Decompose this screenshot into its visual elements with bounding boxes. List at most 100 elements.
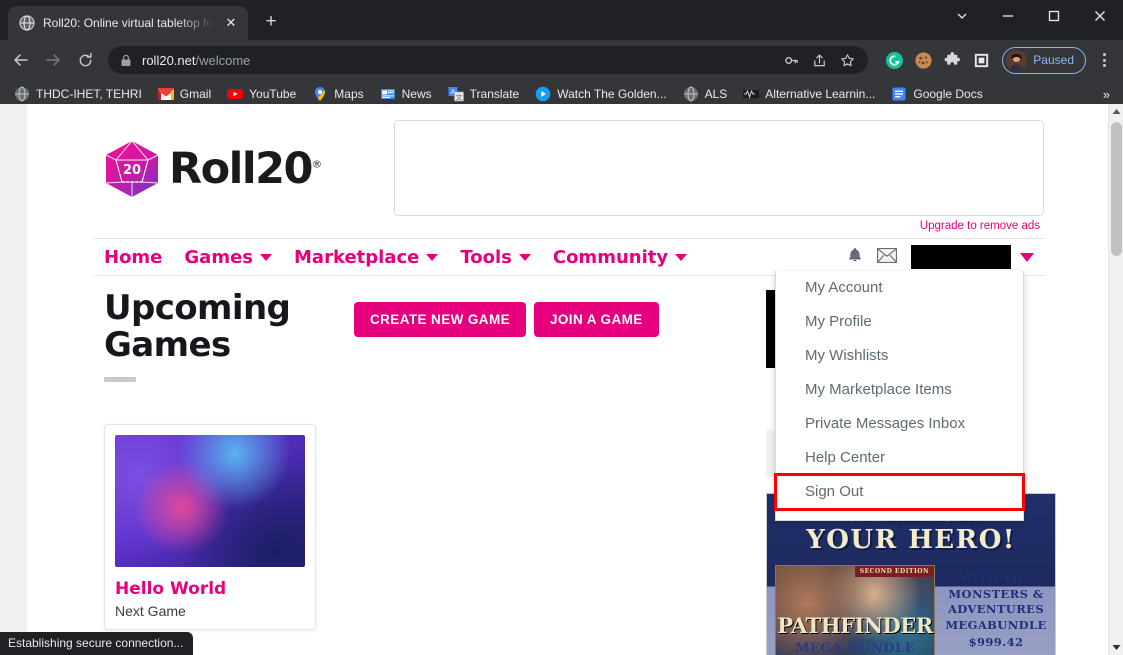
title-divider (104, 377, 136, 383)
nav-label: Marketplace (294, 246, 420, 268)
chevron-down-icon (1020, 252, 1034, 262)
bookmark-item[interactable]: ALS (675, 83, 736, 105)
menu-item-sign-out[interactable]: Sign Out (774, 473, 1025, 511)
bookmark-star-icon[interactable] (834, 47, 860, 73)
cta-buttons: CREATE NEW GAME JOIN A GAME (354, 290, 659, 337)
bookmark-label: ALS (704, 87, 728, 101)
user-dropdown-menu: My Account My Profile My Wishlists My Ma… (774, 271, 1025, 521)
browser-tab[interactable]: Roll20: Online virtual tabletop for ✕ (8, 6, 248, 40)
nav-label: Home (104, 246, 163, 268)
new-tab-button[interactable]: + (257, 8, 285, 36)
scrollbar-thumb[interactable] (1111, 122, 1122, 256)
tab-title: Roll20: Online virtual tabletop for (43, 16, 214, 30)
menu-item-my-wishlists[interactable]: My Wishlists (776, 339, 1023, 373)
bookmarks-overflow-icon[interactable]: » (1096, 87, 1117, 102)
page-title: Upcoming Games (104, 288, 291, 365)
nav-item-marketplace[interactable]: Marketplace (294, 246, 439, 268)
join-a-game-button[interactable]: JOIN A GAME (534, 302, 659, 337)
nav-item-games[interactable]: Games (184, 247, 273, 268)
d20-die-icon: 20 (104, 140, 160, 198)
cookie-icon[interactable] (910, 47, 936, 73)
promo-side-line-3: ADVENTURES (947, 602, 1045, 617)
nav-item-home[interactable]: Home (104, 247, 162, 268)
bookmark-item[interactable]: YouTube (219, 83, 304, 105)
bookmark-item[interactable]: Google Docs (883, 83, 990, 105)
messages-envelope-icon[interactable] (877, 247, 897, 267)
bookmark-item[interactable]: THDC-IHET, TEHRI (6, 83, 150, 105)
upgrade-remove-ads-link[interactable]: Upgrade to remove ads (394, 216, 1044, 232)
profile-chip[interactable]: Paused (1002, 46, 1086, 74)
menu-item-my-account[interactable]: My Account (776, 271, 1023, 305)
chevron-down-icon (426, 253, 439, 261)
password-key-icon[interactable] (778, 47, 804, 73)
promo-artwork: SECOND EDITION PATHFINDER MEGA BUNDLE (775, 565, 935, 655)
nav-item-community[interactable]: Community (553, 247, 688, 268)
bookmark-label: THDC-IHET, TEHRI (36, 87, 142, 101)
die-number: 20 (123, 163, 141, 178)
svg-text:文: 文 (455, 93, 462, 102)
google-news-icon (380, 86, 396, 102)
minimize-icon[interactable] (985, 0, 1031, 32)
bookmark-item[interactable]: Maps (304, 83, 371, 105)
site-logo[interactable]: 20 Roll20® (94, 116, 394, 198)
menu-item-my-profile[interactable]: My Profile (776, 305, 1023, 339)
notifications-bell-icon[interactable] (847, 247, 863, 268)
lock-icon (120, 54, 133, 67)
create-new-game-button[interactable]: CREATE NEW GAME (354, 302, 526, 337)
chevron-down-icon (675, 253, 688, 261)
menu-item-private-messages-inbox[interactable]: Private Messages Inbox (776, 407, 1023, 441)
promo-body: SECOND EDITION PATHFINDER MEGA BUNDLE WI… (767, 565, 1055, 655)
nav-label: Tools (460, 246, 512, 268)
tab-search-icon[interactable] (939, 0, 985, 32)
share-icon[interactable] (806, 47, 832, 73)
tab-strip: Roll20: Online virtual tabletop for ✕ + (0, 0, 285, 40)
forward-icon[interactable] (38, 45, 68, 75)
nav-item-tools[interactable]: Tools (460, 247, 531, 268)
extensions-puzzle-icon[interactable] (939, 47, 965, 73)
username-redacted (911, 245, 1011, 269)
bookmark-item[interactable]: Alternative Learnin... (735, 83, 883, 105)
scroll-up-icon[interactable] (1109, 104, 1123, 119)
page-title-block: Upcoming Games (104, 288, 354, 383)
promo-side-line-2: MONSTERS & (948, 586, 1044, 601)
nav-user-area (847, 245, 1038, 269)
maximize-icon[interactable] (1031, 0, 1077, 32)
url-domain: roll20.net (142, 52, 196, 68)
site-header: 20 Roll20® Upgrade to remove ads (94, 104, 1044, 232)
title-and-actions: Upcoming Games CREATE NEW GAME JOIN A GA… (104, 288, 744, 383)
bookmark-label: YouTube (249, 87, 297, 101)
bookmark-item[interactable]: A文 Translate (440, 83, 528, 105)
screenshot-square-icon[interactable] (968, 47, 994, 73)
promo-line-2: YOUR HERO! (806, 525, 1016, 555)
browser-menu-icon[interactable] (1091, 45, 1117, 75)
address-bar[interactable]: roll20.net/welcome (108, 46, 869, 74)
back-icon[interactable] (6, 45, 36, 75)
close-window-icon[interactable] (1077, 0, 1123, 32)
gmail-icon (157, 86, 174, 102)
page-scrollbar[interactable] (1108, 104, 1123, 655)
bookmark-label: Watch The Golden... (557, 87, 667, 101)
bookmark-item[interactable]: News (372, 83, 440, 105)
reload-icon[interactable] (70, 45, 100, 75)
chevron-down-icon (518, 253, 531, 261)
grammarly-icon[interactable] (881, 47, 907, 73)
extension-icons (875, 47, 994, 73)
left-column: Upcoming Games CREATE NEW GAME JOIN A GA… (104, 290, 744, 655)
scroll-down-icon[interactable] (1109, 640, 1123, 655)
menu-item-my-marketplace-items[interactable]: My Marketplace Items (776, 373, 1023, 407)
user-menu-trigger[interactable] (911, 245, 1034, 269)
game-title[interactable]: Hello World (115, 579, 305, 599)
game-card[interactable]: Hello World Next Game (104, 424, 316, 631)
bookmark-item[interactable]: Watch The Golden... (527, 83, 674, 105)
ad-column: Upgrade to remove ads (394, 116, 1044, 232)
close-icon[interactable]: ✕ (222, 14, 240, 32)
globe-icon (14, 86, 30, 102)
bookmark-label: Google Docs (913, 87, 983, 101)
site-wordmark: Roll20® (169, 143, 322, 194)
menu-item-help-center[interactable]: Help Center (776, 441, 1023, 475)
ad-banner-slot[interactable] (394, 120, 1044, 216)
url-path: /welcome (195, 52, 251, 68)
promo-product-title: PATHFINDER (777, 613, 933, 638)
trademark-symbol: ® (311, 159, 322, 171)
bookmark-item[interactable]: Gmail (150, 83, 219, 105)
